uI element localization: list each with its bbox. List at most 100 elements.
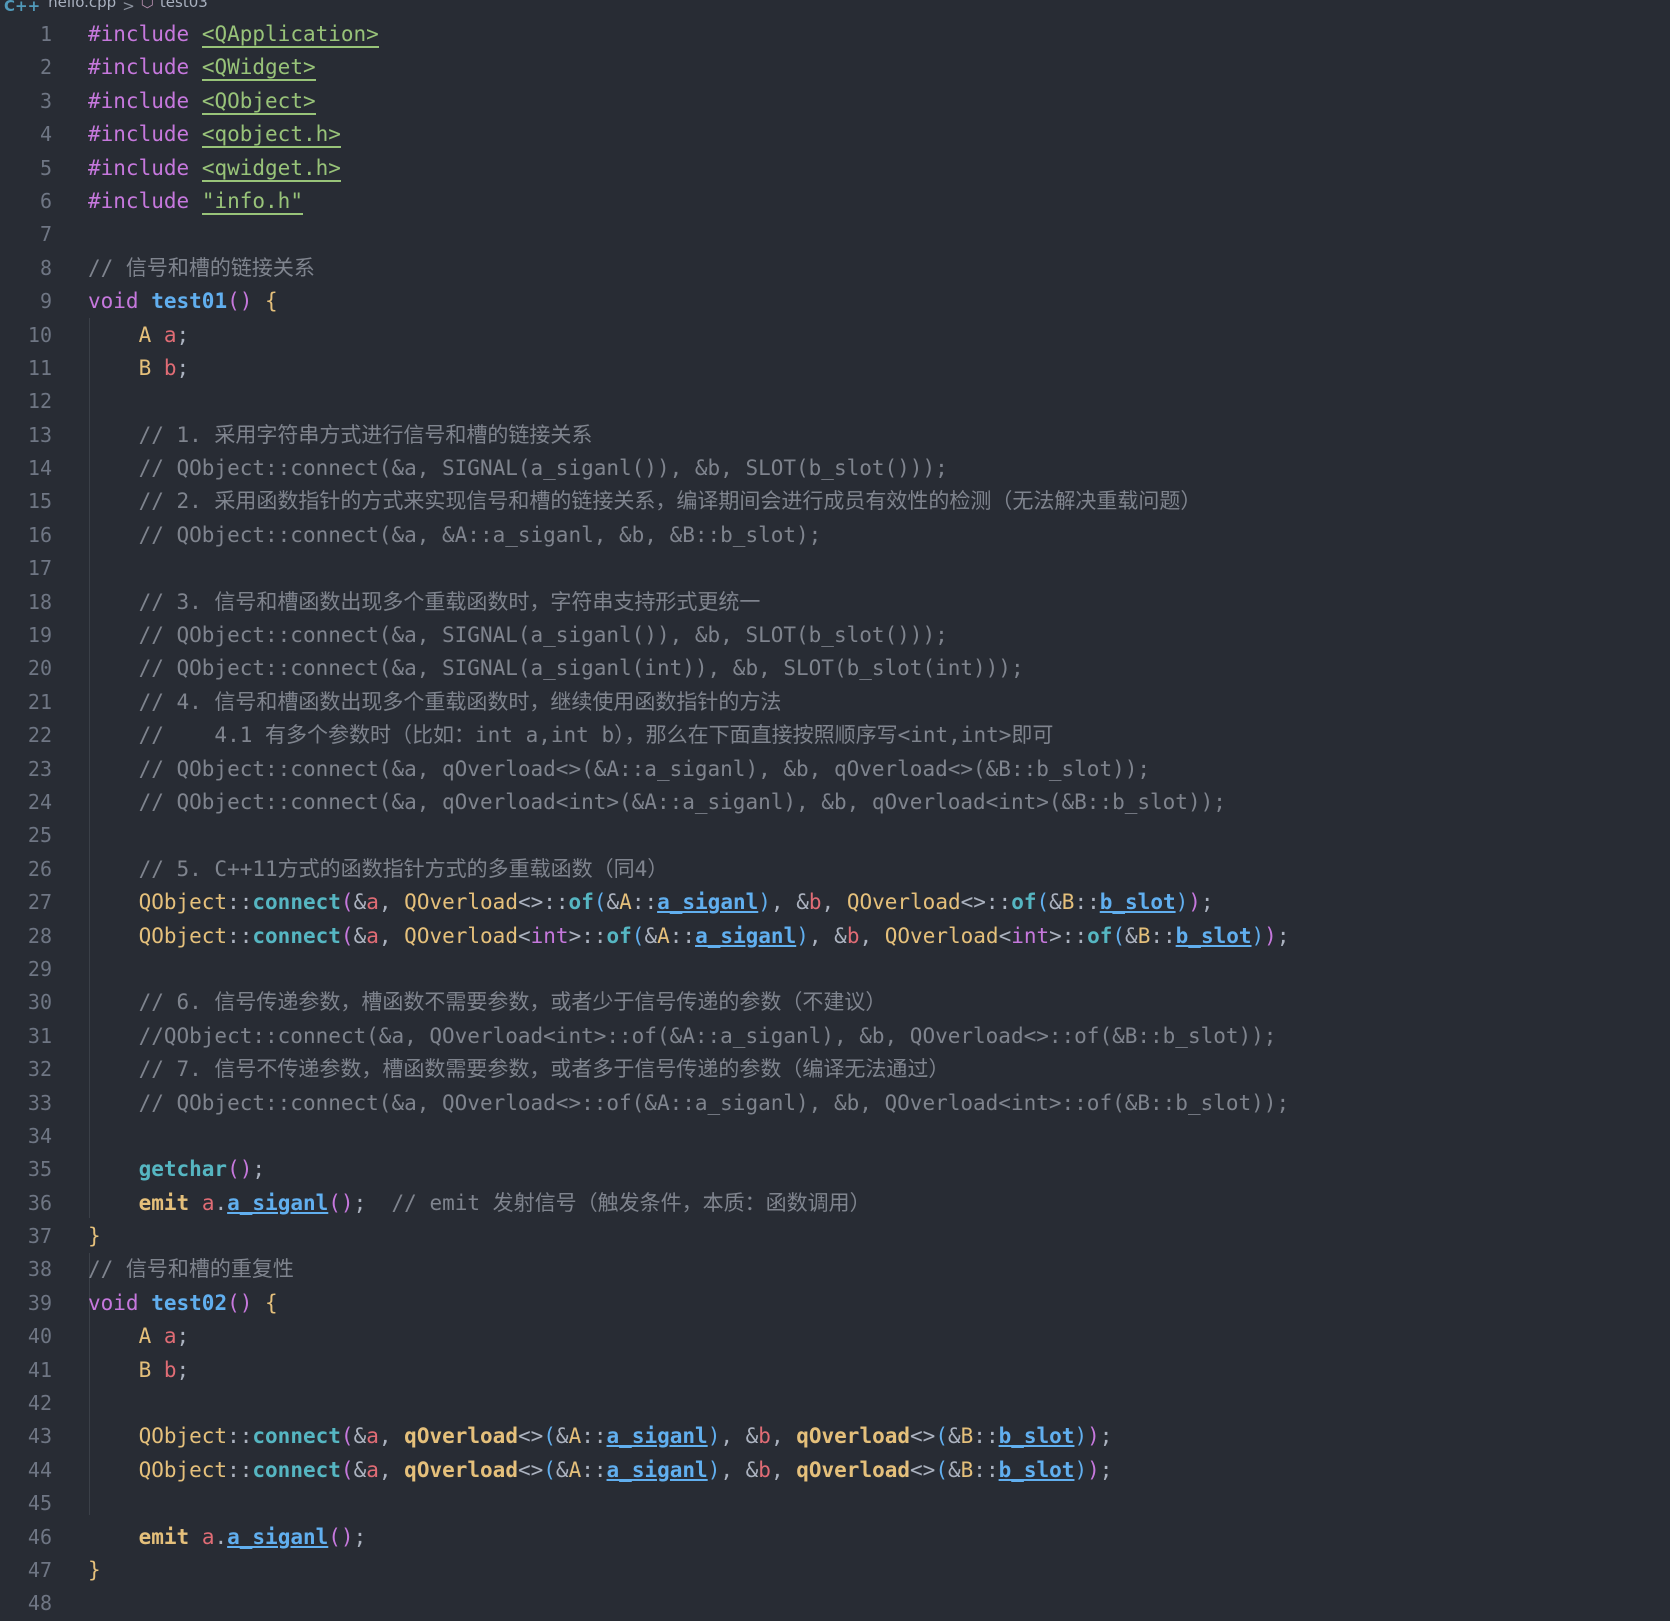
code-token: :: — [581, 1424, 607, 1449]
code-line[interactable]: 38 // 信号和槽的重复性 — [0, 1253, 1670, 1286]
code-text: #include <qobject.h> — [88, 118, 341, 151]
code-token: //QObject::connect(&a, QOverload<int>::o… — [138, 1023, 1277, 1048]
code-line[interactable]: 15 // 2. 采用函数指针的方式来实现信号和槽的链接关系，编译期间会进行成员… — [0, 485, 1670, 518]
code-line[interactable]: 7 — [0, 218, 1670, 251]
code-line[interactable]: 18 // 3. 信号和槽函数出现多个重载函数时，字符串支持形式更统一 — [0, 586, 1670, 619]
code-line[interactable]: 35 getchar(); — [0, 1153, 1670, 1186]
code-line[interactable]: 3 #include <QObject> — [0, 85, 1670, 118]
code-line[interactable]: 29 — [0, 953, 1670, 986]
code-token: of — [1011, 890, 1037, 915]
breadcrumb: C++ hello.cpp > ⬡ test03 — [0, 0, 1670, 12]
code-line[interactable]: 27 QObject::connect(&a, QOverload<>::of(… — [0, 886, 1670, 919]
code-token: & — [353, 923, 367, 948]
code-line[interactable]: 24 // QObject::connect(&a, qOverload<int… — [0, 786, 1670, 819]
code-line[interactable]: 33 // QObject::connect(&a, QOverload<>::… — [0, 1087, 1670, 1120]
code-line[interactable]: 36 emit a.a_siganl(); // emit 发射信号（触发条件，… — [0, 1187, 1670, 1220]
code-line[interactable]: 26 // 5. C++11方式的函数指针方式的多重载函数（同4） — [0, 853, 1670, 886]
code-line[interactable]: 17 — [0, 552, 1670, 585]
code-token: int — [1011, 923, 1050, 948]
code-token: ( — [340, 1424, 354, 1449]
code-token: . — [214, 1524, 228, 1549]
code-line[interactable]: 8 // 信号和槽的链接关系 — [0, 252, 1670, 285]
code-token: b_slot — [998, 1424, 1075, 1449]
code-text: QObject::connect(&a, qOverload<>(&A::a_s… — [88, 1454, 1113, 1487]
code-line[interactable]: 1 #include <QApplication> — [0, 18, 1670, 51]
code-line[interactable]: 28 QObject::connect(&a, QOverload<int>::… — [0, 920, 1670, 953]
code-line[interactable]: 25 — [0, 819, 1670, 852]
code-token: , — [859, 923, 885, 948]
code-token: () — [328, 1524, 354, 1549]
code-text: // 4. 信号和槽函数出现多个重载函数时，继续使用函数指针的方法 — [88, 686, 782, 719]
code-line[interactable]: 9 void test01() { — [0, 285, 1670, 318]
code-token: :: — [227, 1457, 253, 1482]
code-token: ) — [707, 1424, 721, 1449]
code-line[interactable]: 16 // QObject::connect(&a, &A::a_siganl,… — [0, 519, 1670, 552]
code-line[interactable]: 41 B b; — [0, 1354, 1670, 1387]
code-line[interactable]: 43 QObject::connect(&a, qOverload<>(&A::… — [0, 1420, 1670, 1453]
code-token: b — [758, 1457, 771, 1482]
code-token: emit — [138, 1524, 190, 1549]
code-token: ( — [1112, 923, 1126, 948]
line-number: 10 — [27, 322, 52, 347]
code-line[interactable]: 10 A a; — [0, 319, 1670, 352]
breadcrumb-symbol[interactable]: test03 — [160, 0, 208, 10]
code-text: void test01() { — [88, 285, 278, 318]
code-line[interactable]: 19 // QObject::connect(&a, SIGNAL(a_siga… — [0, 619, 1670, 652]
code-line[interactable]: 42 — [0, 1387, 1670, 1420]
code-text: QObject::connect(&a, QOverload<int>::of(… — [88, 920, 1290, 953]
code-line[interactable]: 20 // QObject::connect(&a, SIGNAL(a_siga… — [0, 652, 1670, 685]
code-line[interactable]: 44 QObject::connect(&a, qOverload<>(&A::… — [0, 1454, 1670, 1487]
code-line[interactable]: 37} — [0, 1220, 1670, 1253]
code-token: <>:: — [517, 890, 569, 915]
code-line[interactable]: 2 #include <QWidget> — [0, 51, 1670, 84]
code-line[interactable]: 45 — [0, 1487, 1670, 1520]
line-number: 19 — [27, 623, 52, 648]
code-line[interactable]: 47} — [0, 1554, 1670, 1587]
code-editor[interactable]: 1 #include <QApplication> 2 #include <QWidg… — [0, 18, 1670, 1621]
code-token: test01 — [151, 289, 228, 314]
code-line[interactable]: 48 — [0, 1587, 1670, 1620]
code-line[interactable]: 46 emit a.a_siganl(); — [0, 1521, 1670, 1554]
code-line[interactable]: 4 #include <qobject.h> — [0, 118, 1670, 151]
code-text: #include <QApplication> — [88, 18, 379, 51]
code-line[interactable]: 12 — [0, 385, 1670, 418]
code-line[interactable]: 22 // 4.1 有多个参数时（比如：int a,int b），那么在下面直接… — [0, 719, 1670, 752]
code-line[interactable]: 32 // 7. 信号不传递参数，槽函数需要参数，或者多于信号传递的参数（编译无… — [0, 1053, 1670, 1086]
code-line[interactable]: 39 void test02() { — [0, 1287, 1670, 1320]
code-line[interactable]: 21 // 4. 信号和槽函数出现多个重载函数时，继续使用函数指针的方法 — [0, 686, 1670, 719]
code-token: // 7. 信号不传递参数，槽函数需要参数，或者多于信号传递的参数（编译无法通过… — [138, 1057, 950, 1082]
code-token: a_siganl — [227, 1524, 329, 1549]
code-line[interactable]: 31 //QObject::connect(&a, QOverload<int>… — [0, 1020, 1670, 1053]
code-token: connect — [252, 923, 341, 948]
code-text: // 7. 信号不传递参数，槽函数需要参数，或者多于信号传递的参数（编译无法通过… — [88, 1053, 950, 1086]
code-line[interactable]: 40 A a; — [0, 1320, 1670, 1353]
code-token: // QObject::connect(&a, qOverload<>(&A::… — [138, 756, 1151, 781]
code-token: // QObject::connect(&a, &A::a_siganl, &b… — [138, 522, 822, 547]
code-token: < — [517, 923, 531, 948]
breadcrumb-file[interactable]: hello.cpp — [48, 0, 116, 10]
code-line[interactable]: 13 // 1. 采用字符串方式进行信号和槽的链接关系 — [0, 419, 1670, 452]
code-token: qOverload — [796, 1424, 911, 1449]
code-line[interactable]: 11 B b; — [0, 352, 1670, 385]
code-token: void — [88, 289, 139, 314]
code-line[interactable]: 34 — [0, 1120, 1670, 1153]
code-line[interactable]: 5 #include <qwidget.h> — [0, 152, 1670, 185]
code-token: int — [530, 923, 569, 948]
code-line[interactable]: 30 // 6. 信号传递参数，槽函数不需要参数，或者少于信号传递的参数（不建议… — [0, 986, 1670, 1019]
code-token: ; — [1099, 1457, 1113, 1482]
code-line[interactable]: 23 // QObject::connect(&a, qOverload<>(&… — [0, 753, 1670, 786]
code-line[interactable]: 6 #include "info.h" — [0, 185, 1670, 218]
code-token: ( — [631, 923, 645, 948]
code-token: A — [657, 923, 670, 948]
code-line[interactable]: 14 // QObject::connect(&a, SIGNAL(a_siga… — [0, 452, 1670, 485]
